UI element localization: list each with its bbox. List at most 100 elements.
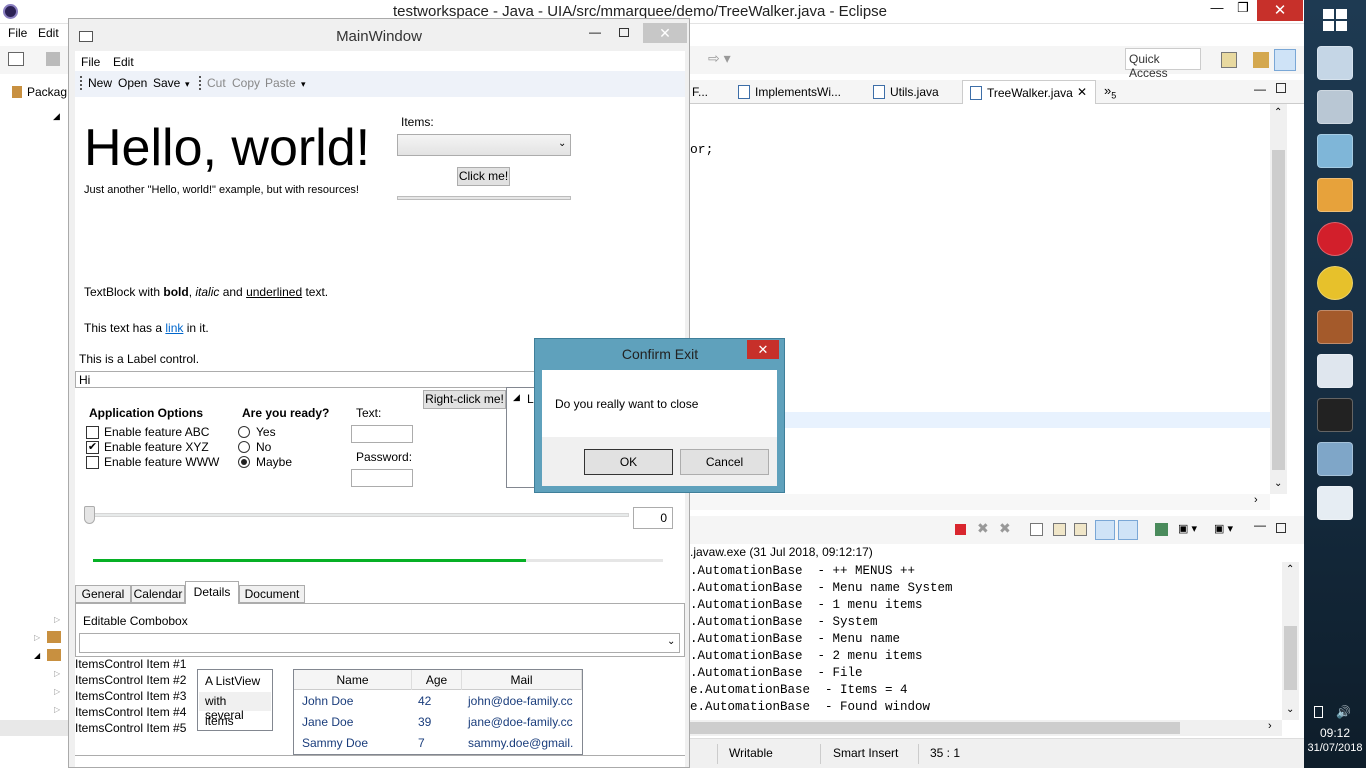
scroll-down-icon[interactable]: ⌄	[1274, 478, 1282, 489]
main-menu-edit[interactable]: Edit	[113, 55, 134, 69]
package-explorer-tab[interactable]: Packag	[27, 85, 67, 99]
listview[interactable]: A ListView with several items	[197, 669, 273, 731]
clock-time[interactable]: 09:12	[1304, 726, 1366, 740]
editor-tab-implementswi[interactable]: ImplementsWi...	[755, 85, 841, 99]
toolbar-copy-button[interactable]: Copy	[232, 76, 260, 90]
console-area[interactable]: .javaw.exe (31 Jul 2018, 09:12:17) .Auto…	[690, 544, 1282, 720]
remote-desktop-icon[interactable]	[1317, 442, 1353, 476]
desktop-icon[interactable]	[1317, 46, 1353, 80]
editor-vertical-scrollbar[interactable]: ⌃ ⌄	[1270, 104, 1287, 494]
scroll-down-icon[interactable]: ⌄	[1286, 704, 1294, 715]
tab-general[interactable]: General	[75, 585, 131, 603]
datagrid-cell[interactable]: Jane Doe	[302, 715, 353, 729]
feature-label[interactable]: Enable feature WWW	[104, 455, 219, 469]
datagrid-cell[interactable]: 42	[418, 694, 431, 708]
open-perspective-icon[interactable]	[1221, 52, 1237, 68]
password-input[interactable]	[351, 469, 413, 487]
feature-label[interactable]: Enable feature ABC	[104, 425, 209, 439]
datagrid-column-header[interactable]: Name	[294, 670, 412, 690]
scroll-thumb[interactable]	[1272, 150, 1285, 470]
clear-console-icon[interactable]	[1030, 523, 1043, 536]
datagrid-cell[interactable]: Sammy Doe	[302, 736, 368, 750]
datagrid-column-header[interactable]: Age	[412, 670, 462, 690]
word-wrap-icon[interactable]	[1074, 523, 1087, 536]
tree-expander-icon[interactable]: ▷	[54, 669, 60, 678]
cmd-icon[interactable]	[1317, 398, 1353, 432]
eclipse-menu-file[interactable]: File	[8, 26, 27, 40]
editor-tab-f[interactable]: F...	[692, 85, 708, 99]
editor-tab-utils[interactable]: Utils.java	[890, 85, 939, 99]
show-on-output-icon[interactable]	[1095, 520, 1115, 540]
tree-expander-icon[interactable]: ▷	[54, 615, 60, 624]
maximize-view-icon[interactable]	[1276, 83, 1286, 93]
minimize-button[interactable]: —	[1203, 0, 1231, 22]
toolbar-open-button[interactable]: Open	[118, 76, 147, 90]
scroll-right-icon[interactable]: ›	[1268, 720, 1272, 732]
scroll-up-icon[interactable]: ⌃	[1274, 107, 1282, 118]
datagrid-column-header[interactable]: Mail	[462, 670, 582, 690]
horizontal-scrollbar[interactable]	[0, 720, 72, 736]
java-perspective-icon[interactable]	[1253, 52, 1269, 68]
cancel-button[interactable]: Cancel	[680, 449, 769, 475]
tree-expand-icon[interactable]: ◢	[513, 392, 520, 403]
debug-perspective-icon[interactable]	[1274, 49, 1296, 71]
dialog-close-button[interactable]: ✕	[747, 340, 779, 359]
minimize-button[interactable]: —	[589, 25, 601, 39]
tab-close-icon[interactable]: ✕	[1077, 85, 1087, 99]
slider-value-box[interactable]: 0	[633, 507, 673, 529]
tree-expander-icon[interactable]: ▷	[54, 705, 60, 714]
terminate-icon[interactable]	[955, 524, 966, 535]
opera-icon[interactable]	[1317, 222, 1353, 256]
toolbar-grip-icon[interactable]	[80, 76, 82, 90]
start-button[interactable]	[1304, 0, 1366, 40]
quick-access-field[interactable]: Quick Access	[1125, 48, 1201, 80]
eclipse-menu-edit[interactable]: Edit	[38, 26, 59, 40]
forward-arrow-icon[interactable]: ⇨ ▾	[708, 50, 731, 67]
toolbar-overflow-icon[interactable]: ▾	[185, 79, 190, 90]
maximize-button[interactable]: ❐	[1229, 0, 1257, 22]
new-wizard-icon[interactable]	[8, 52, 24, 66]
clock-date[interactable]: 31/07/2018	[1304, 742, 1366, 754]
remove-all-icon[interactable]: ✖	[999, 520, 1011, 537]
recorder-icon[interactable]	[1317, 90, 1353, 124]
datagrid-cell[interactable]: sammy.doe@gmail.	[468, 736, 573, 750]
feature-checkbox[interactable]: ✔	[86, 441, 99, 454]
media-player-icon[interactable]	[1317, 178, 1353, 212]
toolbar-grip-icon[interactable]	[199, 76, 201, 90]
editable-combobox[interactable]: ⌄	[79, 633, 680, 653]
ok-button[interactable]: OK	[584, 449, 673, 475]
maximize-view-icon[interactable]	[1276, 523, 1286, 533]
remove-launch-icon[interactable]: ✖	[977, 520, 989, 537]
editor-horizontal-scrollbar[interactable]: ›	[690, 494, 1270, 510]
editor-tab-treewalker-active[interactable]: TreeWalker.java ✕	[962, 80, 1096, 104]
display-console-icon[interactable]: ▣ ▾	[1178, 522, 1197, 535]
network-icon[interactable]	[1314, 706, 1323, 718]
tree-item[interactable]: L	[527, 392, 534, 406]
toolbar-save-button[interactable]: Save	[153, 76, 180, 90]
tab-overflow-icon[interactable]: »5	[1104, 83, 1116, 101]
datagrid-cell[interactable]: 7	[418, 736, 425, 750]
minimize-view-icon[interactable]: —	[1254, 518, 1266, 532]
ready-radio[interactable]	[238, 456, 250, 468]
scroll-thumb[interactable]	[690, 722, 1180, 734]
maximize-button[interactable]	[619, 28, 629, 37]
datagrid-cell[interactable]: john@doe-family.cc	[468, 694, 573, 708]
feature-checkbox[interactable]	[86, 426, 99, 439]
console-vertical-scrollbar[interactable]: ⌃ ⌄	[1282, 562, 1299, 720]
ready-radio[interactable]	[238, 441, 250, 453]
scroll-lock-icon[interactable]	[1053, 523, 1066, 536]
toolbar-paste-button[interactable]: Paste	[265, 76, 296, 90]
collapse-arrow-icon[interactable]: ◢	[53, 111, 60, 122]
scroll-up-icon[interactable]: ⌃	[1286, 564, 1294, 575]
right-click-button[interactable]: Right-click me!	[423, 390, 506, 409]
hyperlink[interactable]: link	[165, 321, 183, 335]
window-app-icon[interactable]	[1317, 486, 1353, 520]
console-horizontal-scrollbar[interactable]: ›	[690, 720, 1282, 736]
monitor-icon[interactable]	[1317, 354, 1353, 388]
tree-expander-icon[interactable]: ▷	[54, 687, 60, 696]
tab-document[interactable]: Document	[239, 585, 305, 603]
ready-label[interactable]: No	[256, 440, 271, 454]
minimize-view-icon[interactable]: —	[1254, 82, 1266, 96]
java-ee-ide-icon[interactable]	[1317, 310, 1353, 344]
listview-item[interactable]: A ListView	[199, 672, 271, 691]
